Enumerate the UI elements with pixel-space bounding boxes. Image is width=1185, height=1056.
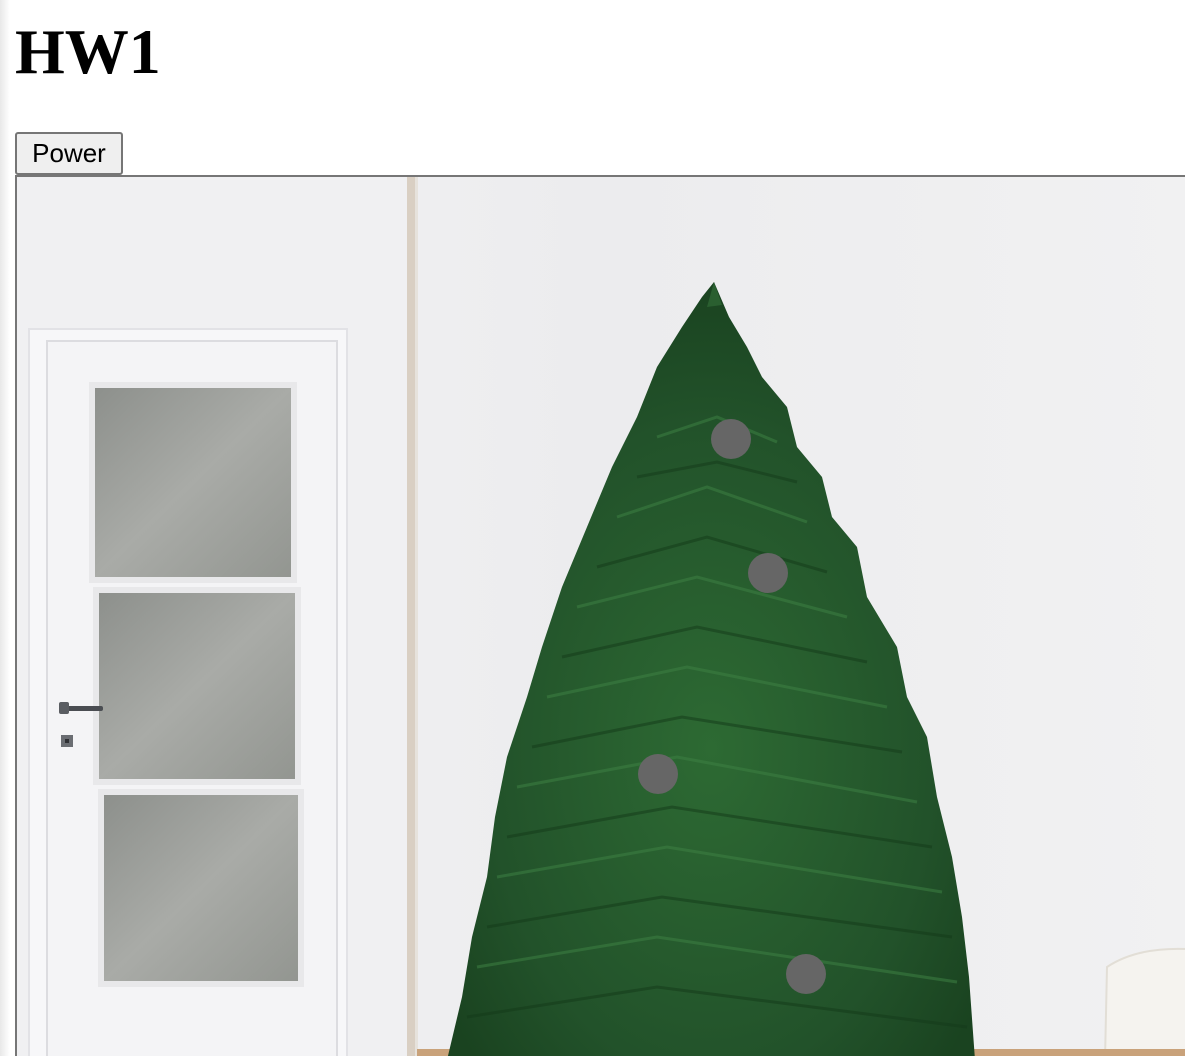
tree-light-1[interactable]	[711, 419, 751, 459]
tree-light-4[interactable]	[786, 954, 826, 994]
tree-scene	[15, 175, 1185, 1056]
tree-light-3[interactable]	[638, 754, 678, 794]
scene-image	[17, 177, 1185, 1056]
left-edge-shade	[0, 0, 10, 1056]
page-title: HW1	[15, 16, 161, 87]
sofa-arm	[1104, 947, 1185, 1056]
wall-corner-trim	[407, 177, 415, 1056]
power-button[interactable]: Power	[15, 132, 123, 175]
door	[28, 328, 348, 1056]
tree-light-2[interactable]	[748, 553, 788, 593]
page: HW1 Power	[0, 0, 1185, 1056]
